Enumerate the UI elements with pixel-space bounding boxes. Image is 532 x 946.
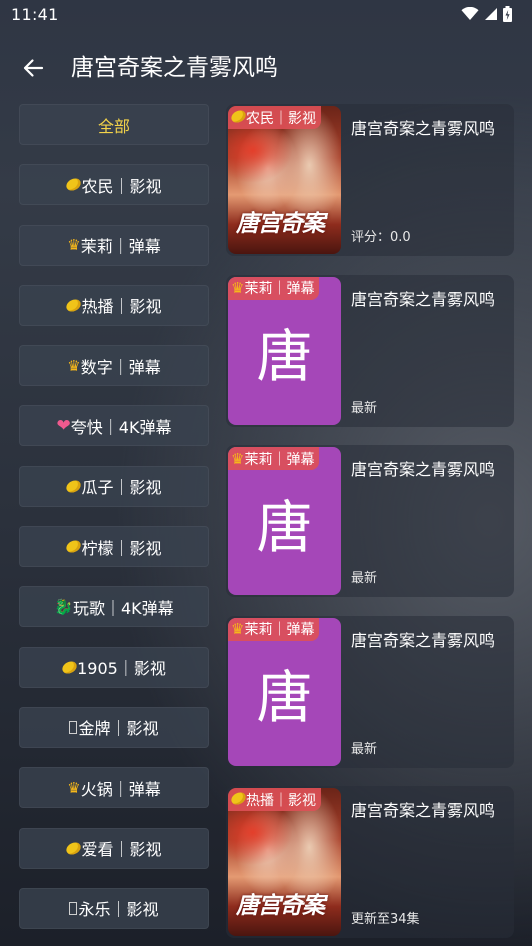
crown-icon: ♛ bbox=[231, 620, 245, 638]
source-chip[interactable]: 农民｜影视 bbox=[19, 164, 209, 206]
result-meta: 评分：0.0 bbox=[351, 230, 411, 245]
source-chip[interactable]: 永乐｜影视 bbox=[19, 887, 209, 929]
source-chip-label: 夸快｜4K弹幕 bbox=[70, 417, 172, 437]
source-chip[interactable]: 🐉 玩歌｜4K弹幕 bbox=[19, 586, 209, 628]
source-chip-label: 柠檬｜影视 bbox=[81, 538, 162, 558]
lemon-icon bbox=[66, 296, 81, 315]
source-tag: 热播｜影视 bbox=[228, 788, 321, 811]
source-chip[interactable]: 爱看｜影视 bbox=[19, 827, 209, 869]
crown-icon: ♛ bbox=[67, 236, 81, 255]
poster-letter: 唐 bbox=[256, 325, 313, 390]
result-title: 唐宫奇案之青雾风鸣 bbox=[351, 460, 496, 479]
source-tag: 农民｜影视 bbox=[228, 106, 321, 129]
result-card[interactable]: 唐 ♛ 茉莉｜弹幕唐宫奇案之青雾风鸣最新 bbox=[226, 445, 514, 597]
crown-icon: ♛ bbox=[67, 356, 81, 375]
wifi-icon bbox=[461, 7, 479, 20]
status-bar: 11:41 bbox=[0, 0, 532, 30]
lemon-icon bbox=[66, 839, 81, 858]
cell-signal-icon bbox=[485, 8, 497, 20]
box-icon bbox=[69, 901, 78, 915]
source-list: 全部 农民｜影视 ♛ 茉莉｜弹幕 热播｜影视 ♛ 数字｜弹幕 ❤ 夸快｜4K弹幕 瓜子｜影视 柠檬｜… bbox=[19, 104, 209, 946]
source-tag-label: 茉莉｜弹幕 bbox=[244, 281, 315, 297]
source-chip[interactable]: 瓜子｜影视 bbox=[19, 465, 209, 507]
source-chip[interactable]: 金牌｜影视 bbox=[19, 706, 209, 748]
result-meta: 最新 bbox=[351, 400, 378, 416]
lemon-icon bbox=[66, 537, 81, 556]
source-chip[interactable]: 热播｜影视 bbox=[19, 284, 209, 326]
arrow-left-icon bbox=[23, 59, 44, 77]
source-chip-label: 金牌｜影视 bbox=[78, 719, 159, 739]
source-chip-label: 茉莉｜弹幕 bbox=[80, 237, 161, 257]
source-chip-label: 数字｜弹幕 bbox=[80, 357, 161, 377]
result-card[interactable]: 唐 ♛ 茉莉｜弹幕唐宫奇案之青雾风鸣最新 bbox=[226, 274, 514, 427]
dragon-icon: 🐉 bbox=[54, 597, 73, 616]
source-tag: ♛ 茉莉｜弹幕 bbox=[228, 276, 320, 300]
result-meta: 最新 bbox=[351, 741, 378, 757]
source-tag-label: 热播｜影视 bbox=[246, 792, 316, 809]
source-chip[interactable]: ❤ 夸快｜4K弹幕 bbox=[19, 405, 209, 447]
source-chip-label: 热播｜影视 bbox=[81, 297, 162, 317]
source-chip[interactable]: ♛ 茉莉｜弹幕 bbox=[19, 224, 209, 266]
source-chip-label: 爱看｜影视 bbox=[81, 840, 162, 860]
result-title: 唐宫奇案之青雾风鸣 bbox=[351, 119, 496, 138]
poster-letter: 唐 bbox=[256, 666, 313, 731]
result-card[interactable]: 唐宫奇案 农民｜影视唐宫奇案之青雾风鸣评分：0.0 bbox=[226, 104, 514, 256]
source-chip-label: 农民｜影视 bbox=[81, 176, 162, 196]
source-chip-label: 1905｜影视 bbox=[77, 659, 166, 679]
result-card[interactable]: 唐宫奇案 热播｜影视唐宫奇案之青雾风鸣更新至34集 bbox=[226, 786, 514, 938]
source-chip-label: 玩歌｜4K弹幕 bbox=[73, 598, 174, 618]
poster-title: 唐宫奇案 bbox=[236, 210, 325, 237]
result-title: 唐宫奇案之青雾风鸣 bbox=[351, 289, 496, 309]
result-list: 唐宫奇案 农民｜影视 唐宫奇案之青雾风鸣 评分：0.0 唐 ♛ 茉莉｜弹幕 唐宫奇案之青雾风鸣… bbox=[226, 104, 514, 946]
lemon-icon bbox=[66, 175, 81, 194]
source-chip-label: 永乐｜影视 bbox=[78, 900, 159, 920]
source-tag-label: 农民｜影视 bbox=[246, 110, 316, 127]
result-title: 唐宫奇案之青雾风鸣 bbox=[351, 801, 496, 820]
result-meta: 更新至34集 bbox=[351, 912, 420, 927]
status-icons bbox=[461, 6, 512, 22]
source-chip-label: 火锅｜弹幕 bbox=[80, 779, 161, 799]
result-meta: 最新 bbox=[351, 571, 378, 586]
source-chip[interactable]: ♛ 数字｜弹幕 bbox=[19, 345, 209, 387]
status-time: 11:41 bbox=[11, 5, 59, 24]
poster-letter: 唐 bbox=[256, 495, 313, 561]
source-chip[interactable]: 全部 bbox=[19, 104, 209, 145]
battery-icon bbox=[503, 6, 512, 22]
source-tag: ♛ 茉莉｜弹幕 bbox=[228, 617, 320, 641]
source-tag-label: 茉莉｜弹幕 bbox=[244, 622, 315, 638]
source-chip[interactable]: 柠檬｜影视 bbox=[19, 526, 209, 568]
source-tag: ♛ 茉莉｜弹幕 bbox=[228, 447, 320, 470]
lemon-icon bbox=[62, 658, 77, 677]
crown-icon: ♛ bbox=[231, 449, 245, 468]
source-chip[interactable]: ♛ 火锅｜弹幕 bbox=[19, 767, 209, 809]
result-title: 唐宫奇案之青雾风鸣 bbox=[351, 630, 496, 650]
box-icon bbox=[69, 720, 78, 734]
back-button[interactable] bbox=[17, 52, 49, 84]
page-title: 唐宫奇案之青雾风鸣 bbox=[71, 55, 278, 81]
app-bar: 唐宫奇案之青雾风鸣 bbox=[0, 40, 532, 96]
crown-icon: ♛ bbox=[231, 279, 245, 297]
source-tag-label: 茉莉｜弹幕 bbox=[244, 451, 315, 468]
crown-icon: ♛ bbox=[67, 778, 81, 797]
source-chip-label: 全部 bbox=[97, 116, 130, 136]
poster-title: 唐宫奇案 bbox=[236, 892, 325, 919]
result-card[interactable]: 唐 ♛ 茉莉｜弹幕唐宫奇案之青雾风鸣最新 bbox=[226, 615, 514, 768]
lemon-icon bbox=[66, 477, 81, 496]
lemon-icon bbox=[231, 110, 246, 126]
source-chip-label: 瓜子｜影视 bbox=[81, 478, 162, 498]
heart-icon: ❤ bbox=[56, 415, 71, 436]
lemon-icon bbox=[231, 792, 246, 808]
source-chip[interactable]: 1905｜影视 bbox=[19, 646, 209, 688]
